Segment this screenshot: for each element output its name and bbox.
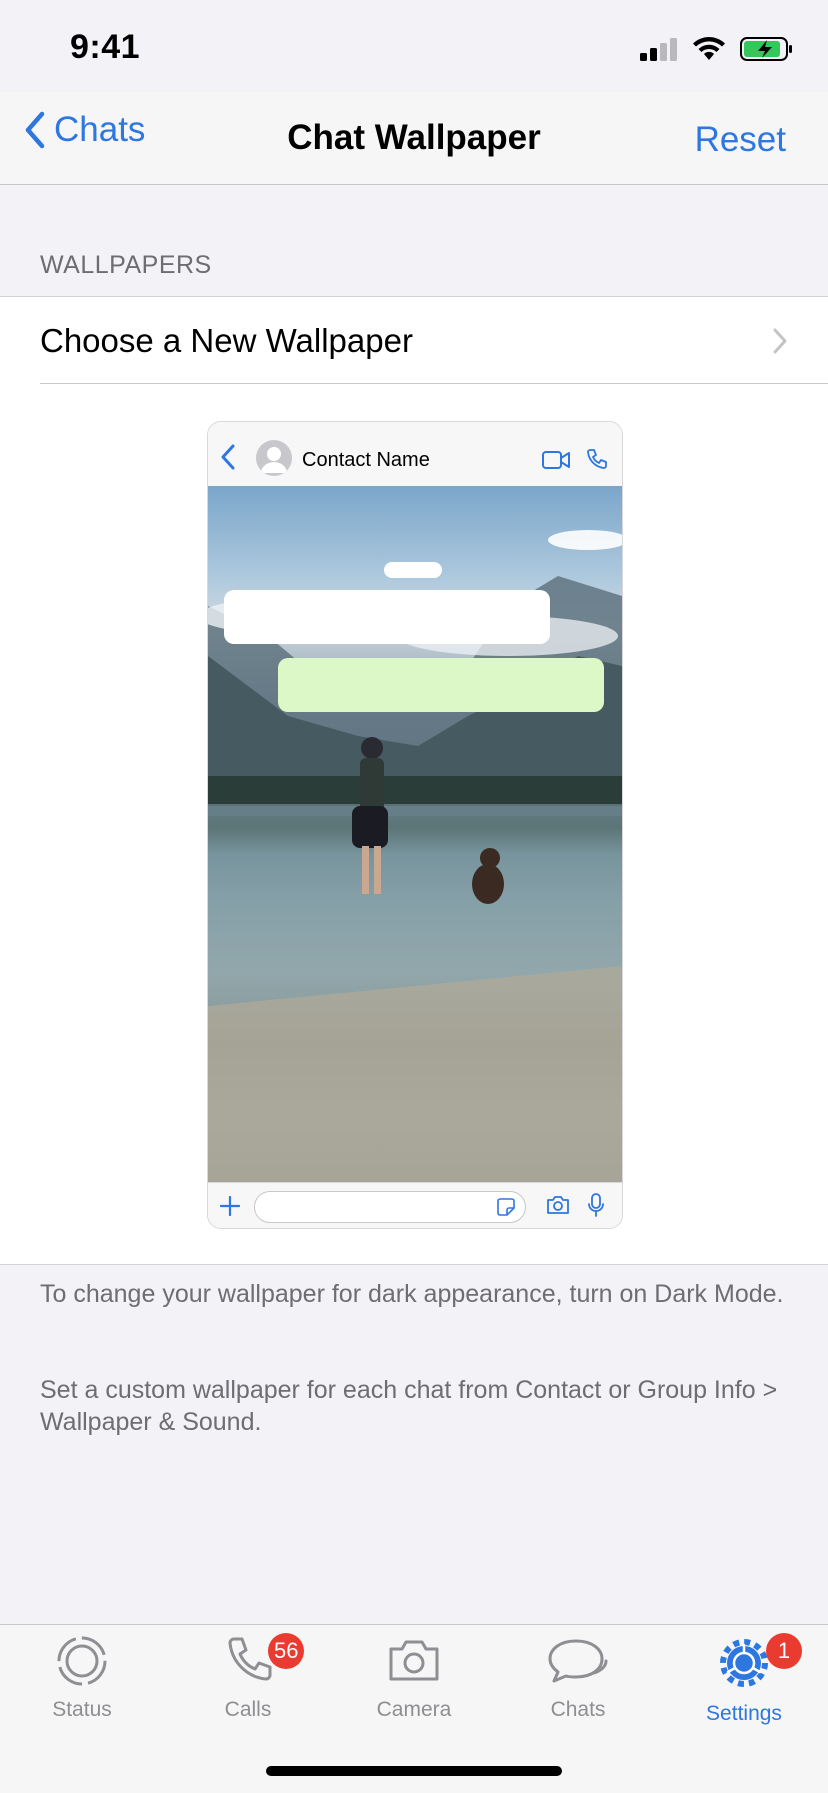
- navigation-bar: Chats Chat Wallpaper Reset: [0, 92, 828, 185]
- chevron-right-icon: [773, 328, 787, 354]
- row-divider: [40, 383, 828, 384]
- wifi-icon: [693, 37, 725, 60]
- avatar: [256, 440, 292, 476]
- preview-back-icon: [221, 444, 235, 470]
- incoming-message-bubble: [224, 590, 550, 644]
- tab-chats[interactable]: Chats: [518, 1635, 638, 1722]
- wallpaper-image: [208, 486, 622, 1182]
- choose-wallpaper-label: Choose a New Wallpaper: [40, 322, 413, 359]
- calls-badge: 56: [268, 1633, 305, 1669]
- wallpaper-card: Choose a New Wallpaper Contact Name: [0, 296, 828, 1265]
- preview-date-pill: [384, 562, 442, 578]
- home-indicator: [266, 1766, 562, 1776]
- status-icon: [57, 1636, 107, 1686]
- preview-chat-header: Contact Name: [208, 422, 622, 486]
- microphone-icon: [588, 1193, 604, 1217]
- plus-icon: [220, 1196, 240, 1216]
- tab-camera[interactable]: Camera: [354, 1635, 474, 1722]
- battery-charging-icon: [740, 37, 792, 61]
- phone-icon: [587, 449, 607, 469]
- outgoing-message-bubble: [278, 658, 604, 712]
- tab-label: Camera: [376, 1698, 452, 1721]
- camera-icon: [389, 1640, 439, 1681]
- status-icons: [640, 34, 794, 64]
- camera-icon: [547, 1196, 569, 1214]
- cellular-signal-icon: [640, 38, 677, 61]
- choose-wallpaper-row[interactable]: Choose a New Wallpaper: [0, 297, 828, 384]
- preview-input-bar: [208, 1182, 622, 1228]
- preview-message-field: [254, 1191, 526, 1223]
- tab-label: Chats: [550, 1698, 606, 1721]
- tab-label: Settings: [706, 1702, 782, 1725]
- tab-calls[interactable]: Calls 56: [188, 1633, 308, 1722]
- gear-icon: [720, 1639, 768, 1687]
- status-time: 9:41: [70, 28, 141, 66]
- sticker-icon: [497, 1198, 515, 1216]
- reset-button[interactable]: Reset: [695, 120, 786, 160]
- tab-status[interactable]: Status: [22, 1635, 142, 1722]
- tab-settings[interactable]: Settings 1: [684, 1633, 804, 1726]
- dark-mode-note: To change your wallpaper for dark appear…: [40, 1280, 784, 1308]
- preview-contact-name: Contact Name: [302, 449, 430, 471]
- custom-wallpaper-note: Set a custom wallpaper for each chat fro…: [40, 1376, 778, 1436]
- video-call-icon: [542, 451, 570, 469]
- settings-badge: 1: [766, 1633, 802, 1669]
- phone-icon: [228, 1637, 272, 1681]
- tab-label: Calls: [224, 1698, 272, 1721]
- chat-bubbles-icon: [548, 1639, 608, 1683]
- tab-label: Status: [52, 1698, 112, 1721]
- wallpaper-preview[interactable]: Contact Name: [207, 421, 623, 1229]
- section-header: WALLPAPERS: [40, 251, 212, 279]
